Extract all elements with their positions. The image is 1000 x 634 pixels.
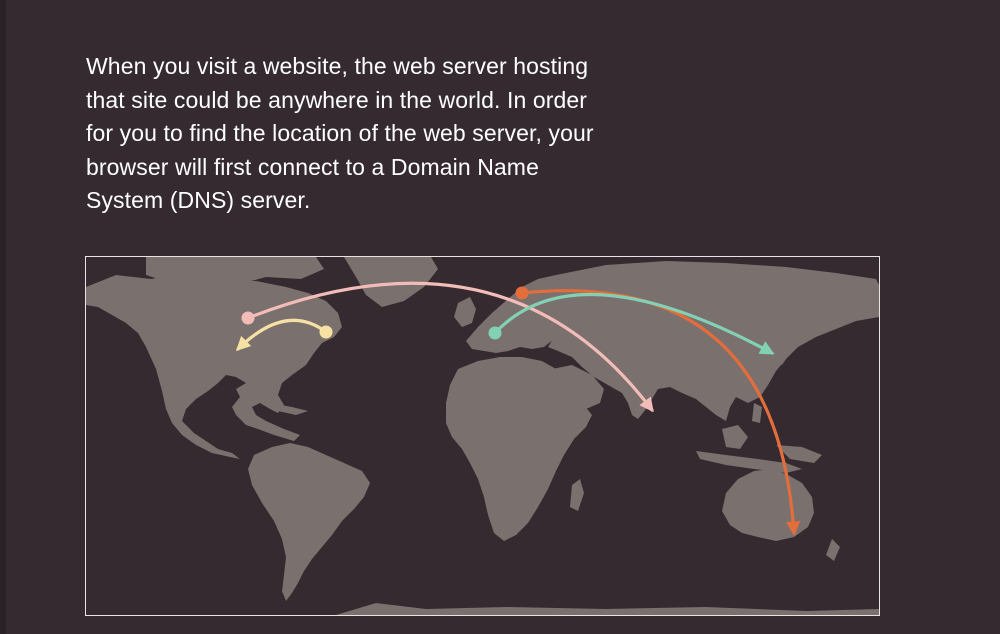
world-map-svg xyxy=(86,257,879,615)
madagascar xyxy=(570,479,584,511)
new-zealand xyxy=(826,539,840,561)
intro-paragraph: When you visit a website, the web server… xyxy=(86,53,594,213)
philippines xyxy=(752,403,762,423)
south-america xyxy=(248,443,370,601)
antarctica xyxy=(336,603,879,615)
origin-us-west-dot xyxy=(241,311,255,325)
british-isles xyxy=(454,297,476,327)
origin-europe-dot xyxy=(488,326,502,340)
australia xyxy=(722,469,814,541)
left-edge-rule xyxy=(0,0,6,634)
borneo xyxy=(722,425,748,449)
world-map-figure xyxy=(85,256,880,616)
origin-us-east-dot xyxy=(319,325,333,339)
continents xyxy=(86,257,879,615)
origin-scandinavia-dot xyxy=(515,286,529,300)
